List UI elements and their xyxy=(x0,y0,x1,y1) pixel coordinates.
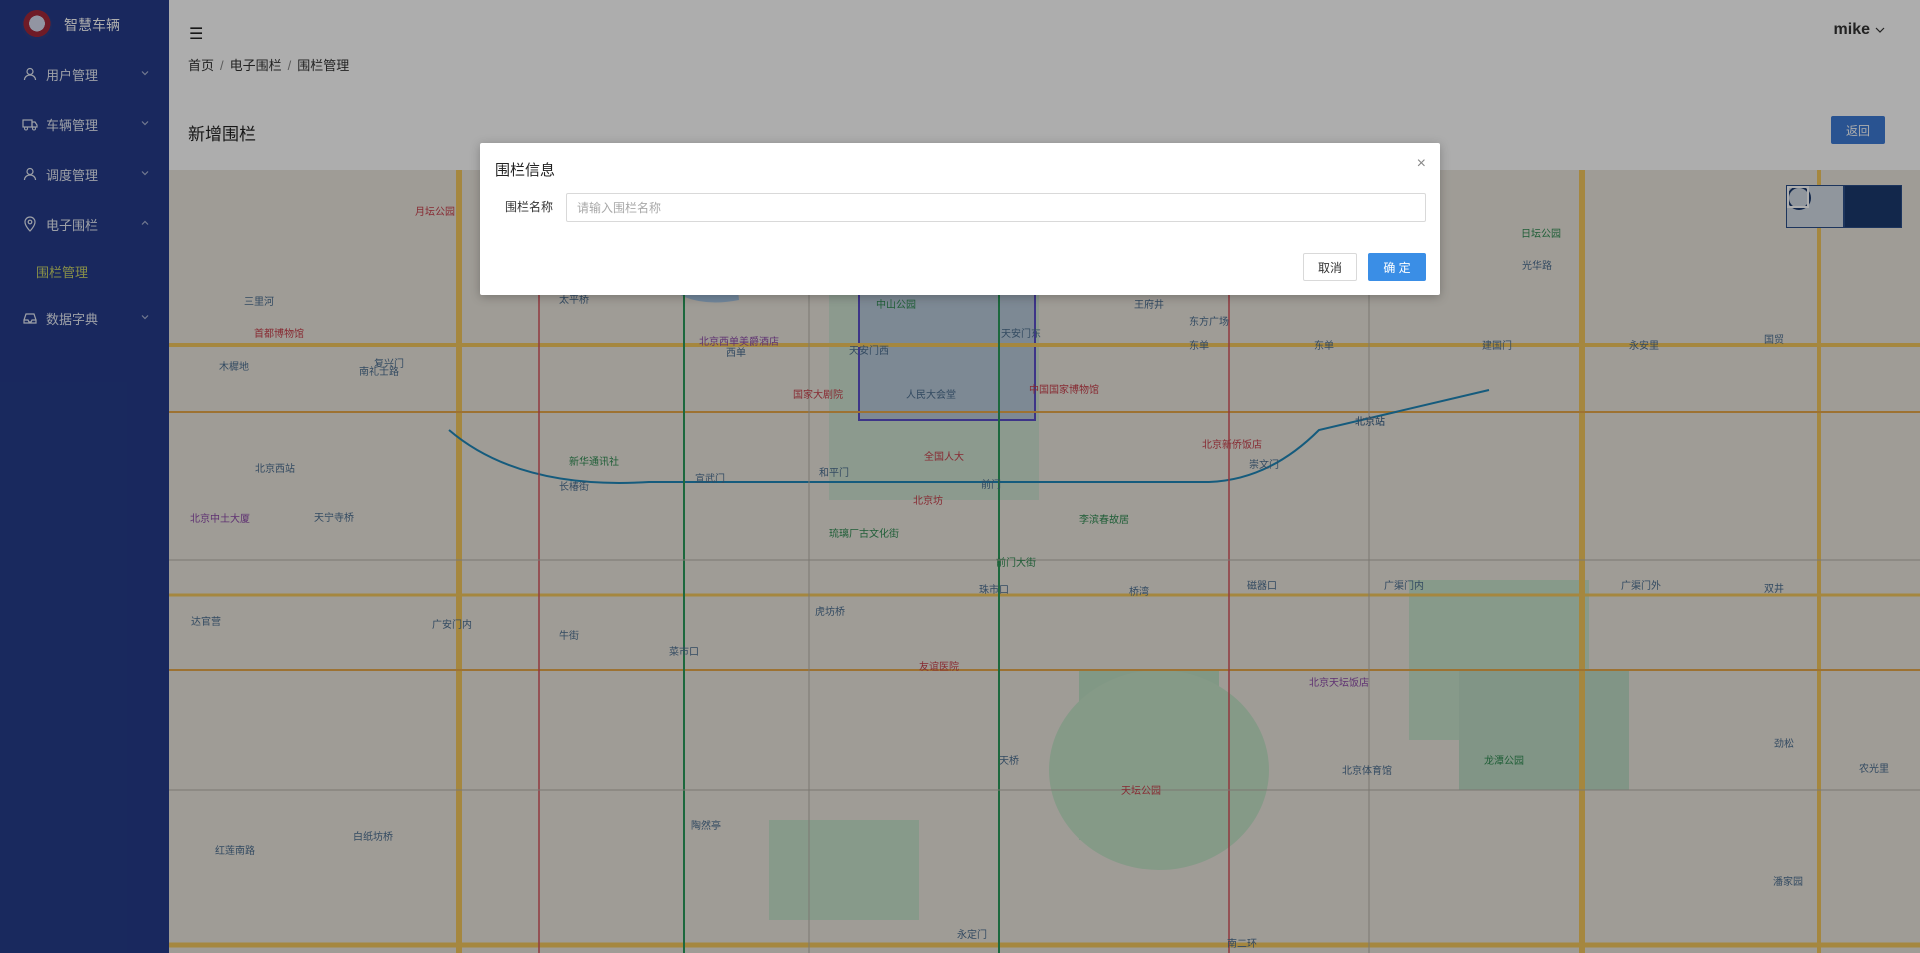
fence-name-input[interactable] xyxy=(566,193,1426,222)
dialog-title: 围栏信息 xyxy=(495,162,556,179)
fence-name-label: 围栏名称 xyxy=(505,200,554,214)
close-icon[interactable]: × xyxy=(1417,155,1426,173)
confirm-button[interactable]: 确 定 xyxy=(1368,253,1426,281)
cancel-button[interactable]: 取消 xyxy=(1303,253,1357,281)
fence-info-dialog: 围栏信息 × 围栏名称 取消 确 定 xyxy=(480,143,1440,295)
